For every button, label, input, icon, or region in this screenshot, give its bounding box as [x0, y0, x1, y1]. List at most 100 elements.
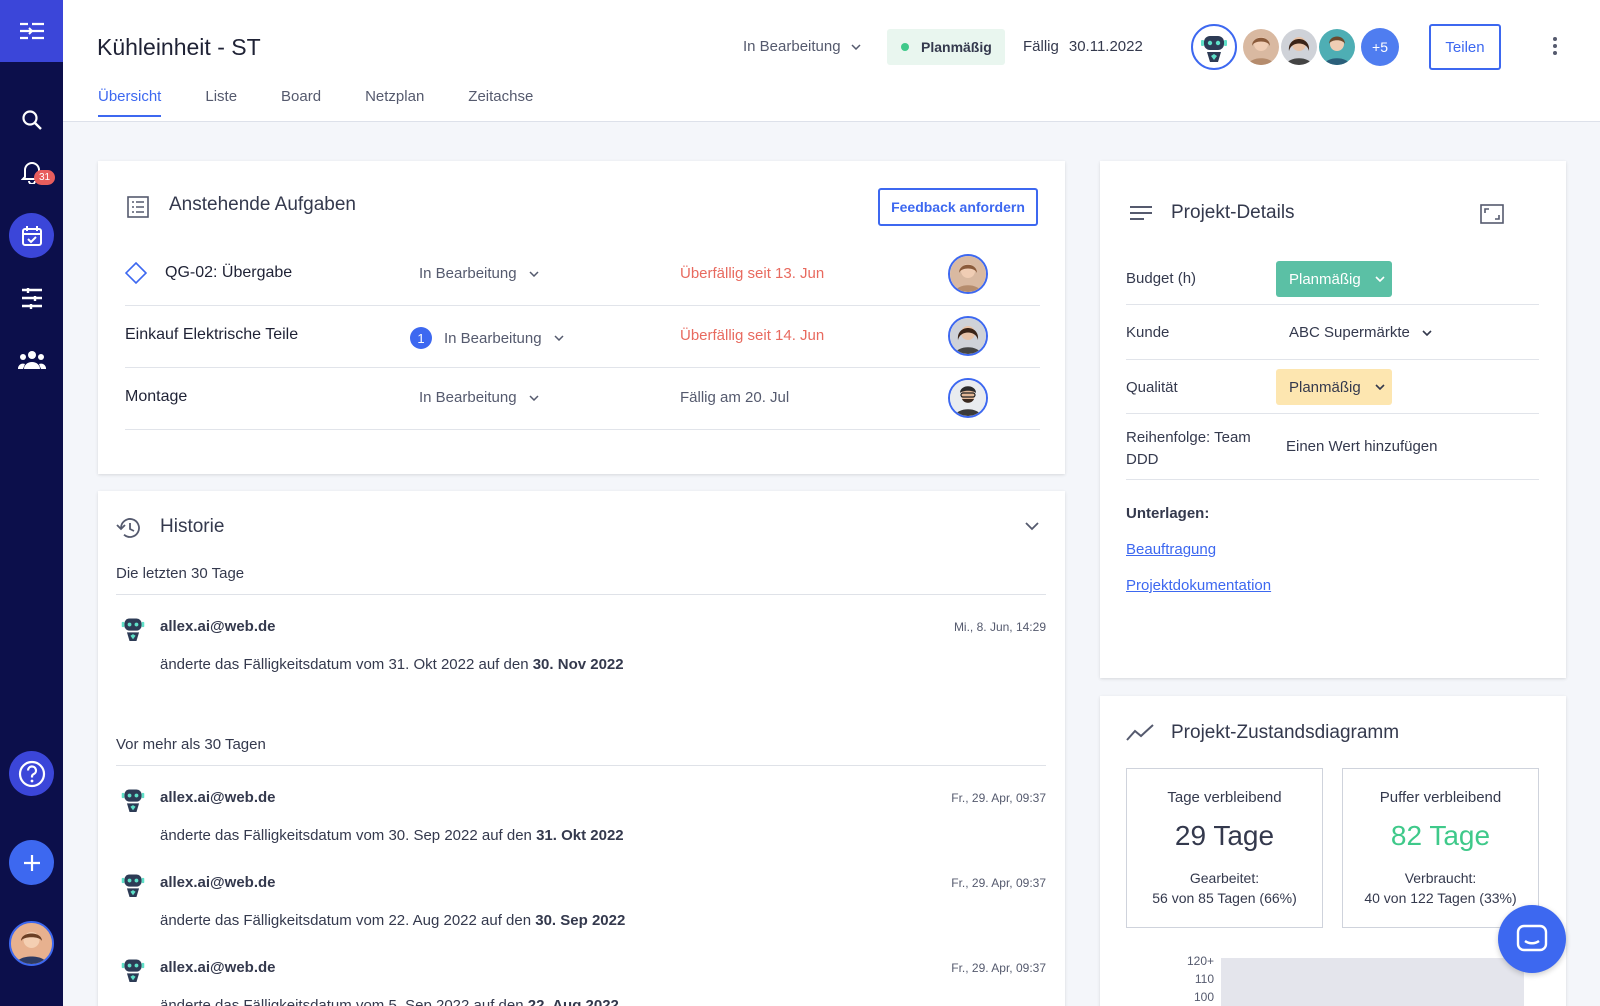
chevron-down-icon: [554, 335, 564, 341]
share-button[interactable]: Teilen: [1429, 24, 1501, 70]
plan-status-badge[interactable]: Planmäßig: [887, 29, 1005, 65]
task-due: Fällig am 20. Jul: [680, 389, 790, 406]
buffer-remaining-box: Puffer verbleibend 82 Tage Verbraucht: 4…: [1342, 768, 1539, 928]
member-avatar[interactable]: [1241, 27, 1281, 67]
member-avatar[interactable]: [1279, 27, 1319, 67]
task-row[interactable]: QG-02: Übergabe In Bearbeitung Überfälli…: [125, 244, 1040, 306]
tab-list[interactable]: Liste: [205, 88, 237, 117]
robot-icon: [121, 618, 145, 641]
history-card: Historie Die letzten 30 Tage allex.ai@we…: [98, 491, 1065, 1006]
tasks-nav-button[interactable]: [9, 213, 54, 258]
history-time: Fr., 29. Apr, 09:37: [951, 791, 1046, 805]
y-tick: 120+: [1186, 954, 1214, 968]
member-avatar[interactable]: [1317, 27, 1357, 67]
search-icon: [21, 110, 42, 130]
history-title: Historie: [160, 516, 225, 537]
chevron-down-icon: [529, 270, 539, 277]
task-assignee-avatar[interactable]: [948, 254, 988, 294]
history-section-older: Vor mehr als 30 Tagen: [116, 736, 1046, 766]
upcoming-tasks-title: Anstehende Aufgaben: [169, 194, 357, 215]
chevron-down-icon: [1422, 329, 1432, 336]
gantt-nav-button[interactable]: [0, 276, 63, 320]
reihenfolge-label: Reihenfolge: Team DDD: [1126, 429, 1251, 468]
question-circle-icon: [18, 760, 45, 787]
detail-row-budget: Budget (h) Planmäßig: [1126, 251, 1539, 305]
tab-netzplan[interactable]: Netzplan: [365, 88, 424, 117]
task-assignee-avatar[interactable]: [948, 378, 988, 418]
budget-status-label: Planmäßig: [1289, 270, 1361, 288]
subtask-count-badge: 1: [410, 327, 432, 349]
history-entry: allex.ai@web.de Fr., 29. Apr, 09:37 ände…: [116, 874, 1046, 954]
task-status-dropdown[interactable]: In Bearbeitung: [419, 389, 539, 406]
assignee-photo-icon: [950, 318, 986, 354]
add-button[interactable]: [9, 840, 54, 885]
chat-launcher-button[interactable]: [1498, 905, 1566, 973]
assignee-photo-icon: [950, 256, 986, 292]
chart-y-ticks: 120+ 110 100: [1160, 954, 1214, 1004]
calendar-check-icon: [21, 225, 42, 246]
request-feedback-button[interactable]: Feedback anfordern: [878, 188, 1038, 226]
qualitaet-status-dropdown[interactable]: Planmäßig: [1276, 369, 1392, 405]
people-icon: [17, 351, 46, 369]
assignee-photo-icon: [950, 380, 986, 416]
trend-line-icon: [1126, 724, 1154, 741]
document-link[interactable]: Projektdokumentation: [1126, 577, 1271, 594]
member-photo-icon: [1281, 29, 1317, 65]
history-user: allex.ai@web.de: [160, 789, 276, 806]
task-status-dropdown[interactable]: In Bearbeitung: [419, 265, 539, 282]
milestone-diamond-icon: [125, 262, 147, 284]
document-link[interactable]: Beauftragung: [1126, 541, 1216, 558]
history-entry: allex.ai@web.de Fr., 29. Apr, 09:37 ände…: [116, 959, 1046, 1006]
task-due: Überfällig seit 13. Jun: [680, 265, 825, 282]
history-message: änderte das Fälligkeitsdatum vom 30. Sep…: [160, 827, 624, 844]
chevron-down-icon[interactable]: [1025, 522, 1039, 531]
task-due: Überfällig seit 14. Jun: [680, 327, 825, 344]
reihenfolge-input[interactable]: Einen Wert hinzufügen: [1286, 438, 1438, 455]
history-message-text: änderte das Fälligkeitsdatum vom 5. Sep …: [160, 997, 528, 1006]
task-row[interactable]: Einkauf Elektrische Teile 1 In Bearbeitu…: [125, 306, 1040, 368]
chevron-down-icon: [851, 43, 861, 50]
kunde-dropdown[interactable]: ABC Supermärkte: [1289, 324, 1432, 341]
history-time: Mi., 8. Jun, 14:29: [953, 620, 1046, 634]
view-tabs: Übersicht Liste Board Netzplan Zeitachse: [98, 88, 533, 117]
expand-icon[interactable]: [1480, 204, 1504, 224]
tab-overview[interactable]: Übersicht: [98, 88, 162, 117]
user-avatar[interactable]: [9, 921, 54, 966]
history-message-date: 22. Aug 2022: [527, 997, 619, 1006]
history-time: Fr., 29. Apr, 09:37: [951, 961, 1046, 975]
history-message-text: änderte das Fälligkeitsdatum vom 31. Okt…: [160, 656, 533, 673]
search-button[interactable]: [0, 98, 63, 142]
chevron-down-icon: [1375, 276, 1385, 282]
days-remaining-label: Tage verbleibend: [1167, 789, 1282, 806]
task-status-label: In Bearbeitung: [444, 329, 542, 347]
tab-board[interactable]: Board: [281, 88, 321, 117]
more-members-button[interactable]: +5: [1361, 28, 1399, 66]
menu-toggle-button[interactable]: [0, 0, 63, 62]
history-message-date: 30. Sep 2022: [535, 912, 626, 929]
member-photo-icon: [1319, 29, 1355, 65]
team-nav-button[interactable]: [0, 338, 63, 382]
history-message-text: änderte das Fälligkeitsdatum vom 22. Aug…: [160, 912, 536, 929]
header: Kühleinheit - ST In Bearbeitung Planmäßi…: [63, 0, 1600, 122]
history-entry: allex.ai@web.de Mi., 8. Jun, 14:29 änder…: [116, 618, 1046, 698]
team-avatars: +5: [1191, 24, 1399, 70]
status-dropdown[interactable]: In Bearbeitung: [743, 38, 861, 55]
due-date[interactable]: Fällig 30.11.2022: [1023, 38, 1143, 55]
tab-timeline[interactable]: Zeitachse: [468, 88, 533, 117]
menu-collapse-icon: [19, 22, 44, 40]
history-message-text: änderte das Fälligkeitsdatum vom 30. Sep…: [160, 827, 537, 844]
details-lines-icon: [1130, 206, 1152, 220]
buffer-used-label: Verbraucht:: [1404, 870, 1477, 886]
task-assignee-avatar[interactable]: [948, 316, 988, 356]
help-button[interactable]: [9, 751, 54, 796]
budget-status-dropdown[interactable]: Planmäßig: [1276, 261, 1392, 297]
days-worked-value: 56 von 85 Tagen (66%): [1152, 890, 1297, 906]
task-row[interactable]: Montage In Bearbeitung Fällig am 20. Jul: [125, 368, 1040, 430]
notifications-button[interactable]: [0, 150, 63, 194]
history-user: allex.ai@web.de: [160, 618, 276, 635]
task-status-dropdown[interactable]: 1 In Bearbeitung: [410, 327, 564, 349]
more-options-icon[interactable]: [1553, 37, 1559, 55]
qualitaet-label: Qualität: [1126, 379, 1178, 396]
bot-avatar[interactable]: [1191, 24, 1237, 70]
member-photo-icon: [1243, 29, 1279, 65]
